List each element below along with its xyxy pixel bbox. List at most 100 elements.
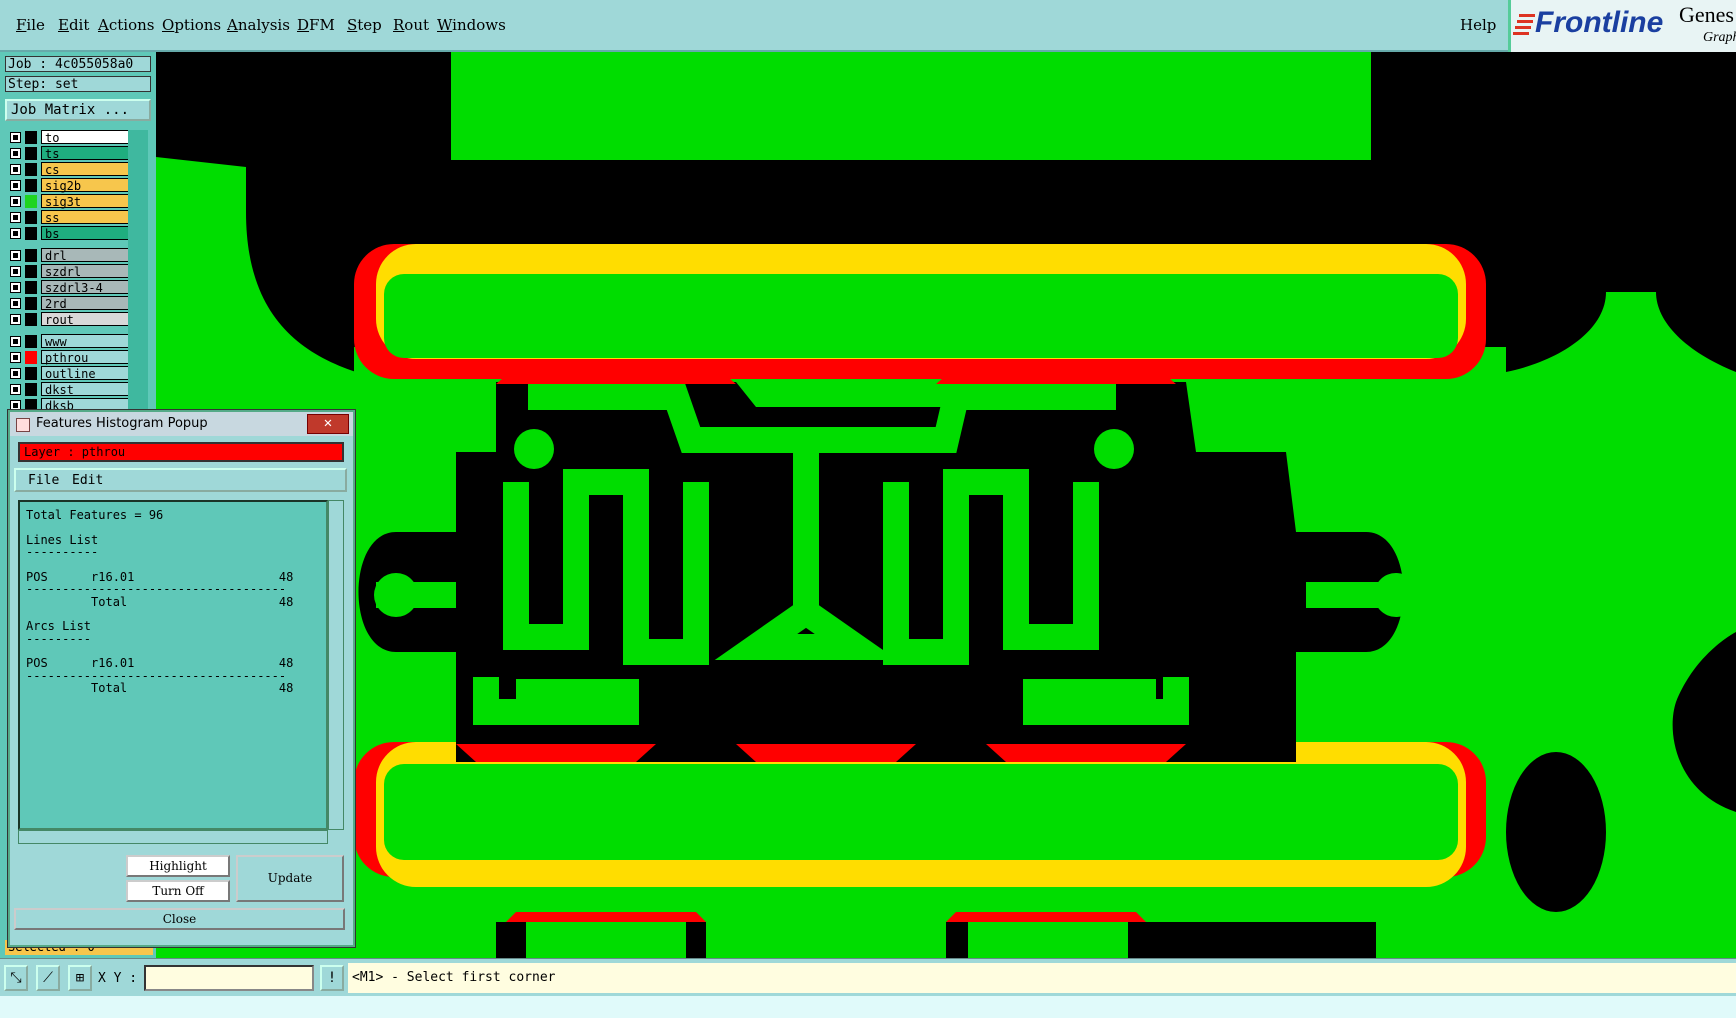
layer-row-rout[interactable]: rout — [8, 312, 131, 327]
menu-actions[interactable]: Actions — [98, 16, 154, 34]
graphics-canvas[interactable] — [156, 52, 1736, 958]
layer-row-szdrl3-4[interactable]: szdrl3-4 — [8, 280, 131, 295]
layer-name[interactable]: szdrl3-4 — [41, 280, 131, 295]
layer-row-to[interactable]: to — [8, 130, 131, 145]
layer-row-outline[interactable]: outline — [8, 366, 131, 381]
update-button[interactable]: Update — [236, 855, 344, 902]
layer-name[interactable]: dkst — [41, 382, 131, 397]
layer-row-drl[interactable]: drl — [8, 248, 131, 263]
layer-color-swatch — [25, 351, 37, 364]
turn-off-button[interactable]: Turn Off — [126, 880, 230, 902]
layer-name[interactable]: outline — [41, 366, 131, 381]
menu-label: ile — [26, 16, 45, 34]
close-button[interactable]: Close — [14, 908, 345, 930]
layer-color-swatch — [25, 335, 37, 348]
popup-title-bar[interactable]: Features Histogram Popup — [10, 412, 353, 436]
via-left — [514, 429, 554, 469]
menu-step[interactable]: Step — [347, 16, 382, 34]
menu-help[interactable]: Help — [1460, 16, 1496, 34]
layer-checkbox[interactable] — [10, 282, 21, 293]
popup-menu-file[interactable]: File — [28, 473, 59, 488]
zoom-icon[interactable]: ⤡ — [4, 965, 28, 991]
layer-checkbox[interactable] — [10, 180, 21, 191]
layer-checkbox[interactable] — [10, 164, 21, 175]
layer-checkbox[interactable] — [10, 368, 21, 379]
layer-name[interactable]: rout — [41, 312, 131, 327]
layer-name[interactable]: ss — [41, 210, 131, 225]
layer-checkbox[interactable] — [10, 314, 21, 325]
layer-name[interactable]: szdrl — [41, 264, 131, 279]
layer-name[interactable]: 2rd — [41, 296, 131, 311]
layer-checkbox[interactable] — [10, 212, 21, 223]
menu-rout[interactable]: Rout — [393, 16, 429, 34]
histogram-text-area[interactable]: Total Features = 96 Lines List ---------- P… — [18, 500, 328, 830]
popup-menu-edit[interactable]: Edit — [72, 473, 103, 488]
xy-label: X Y : — [98, 971, 138, 986]
layer-name[interactable]: sig2b — [41, 178, 131, 193]
layer-name[interactable]: to — [41, 130, 131, 145]
layer-color-swatch — [25, 227, 37, 240]
menu-analysis[interactable]: Analysis — [227, 16, 290, 34]
highlight-button[interactable]: Highlight — [126, 855, 230, 877]
menu-edit[interactable]: Edit — [58, 16, 89, 34]
layer-color-swatch — [25, 211, 37, 224]
layer-checkbox[interactable] — [10, 228, 21, 239]
layer-name[interactable]: cs — [41, 162, 131, 177]
top-rail-copper — [384, 274, 1458, 358]
layer-row-2rd[interactable]: 2rd — [8, 296, 131, 311]
menu-mnemonic: W — [437, 16, 453, 34]
layer-checkbox[interactable] — [10, 250, 21, 261]
layer-checkbox[interactable] — [10, 336, 21, 347]
layer-row-dkst[interactable]: dkst — [8, 382, 131, 397]
layer-row-ts[interactable]: ts — [8, 146, 131, 161]
histogram-line: ---------- — [26, 545, 99, 559]
menu-label: FM — [309, 16, 335, 34]
layer-row-bs[interactable]: bs — [8, 226, 131, 241]
layer-name[interactable]: bs — [41, 226, 131, 241]
via-right — [1094, 429, 1134, 469]
layer-color-swatch — [25, 281, 37, 294]
layer-checkbox[interactable] — [10, 148, 21, 159]
job-matrix-button[interactable]: Job Matrix ... — [5, 99, 151, 121]
pad-bottom-right — [986, 744, 1186, 762]
layer-row-pthrou[interactable]: pthrou — [8, 350, 131, 365]
pad-top-left — [496, 367, 736, 384]
layer-row-sig2b[interactable]: sig2b — [8, 178, 131, 193]
layer-checkbox[interactable] — [10, 384, 21, 395]
xy-input[interactable] — [144, 965, 314, 991]
layer-checkbox[interactable] — [10, 266, 21, 277]
layer-name[interactable]: ts — [41, 146, 131, 161]
layer-checkbox[interactable] — [10, 196, 21, 207]
grid-icon[interactable]: ⊞ — [68, 965, 92, 991]
features-histogram-popup: Features Histogram Popup ✕ Layer : pthro… — [8, 410, 355, 947]
menu-mnemonic: R — [393, 16, 405, 34]
layer-row-sig3t[interactable]: sig3t — [8, 194, 131, 209]
layer-name[interactable]: pthrou — [41, 350, 131, 365]
layer-name[interactable]: www — [41, 334, 131, 349]
measure-icon[interactable]: ⟋ — [36, 965, 60, 991]
lower-copper-left — [526, 922, 686, 958]
window-icon — [16, 418, 30, 432]
close-icon[interactable]: ✕ — [307, 414, 349, 434]
menu-mnemonic: A — [98, 16, 109, 34]
layer-row-ss[interactable]: ss — [8, 210, 131, 225]
layer-checkbox[interactable] — [10, 132, 21, 143]
layer-name[interactable]: sig3t — [41, 194, 131, 209]
menu-label: tep — [357, 16, 382, 34]
alert-icon[interactable]: ! — [320, 965, 344, 991]
layer-checkbox[interactable] — [10, 298, 21, 309]
menu-dfm[interactable]: DFM — [297, 16, 335, 34]
horizontal-scrollbar[interactable] — [18, 830, 328, 844]
layer-row-www[interactable]: www — [8, 334, 131, 349]
menu-file[interactable]: File — [16, 16, 45, 34]
bottom-rail-copper — [384, 764, 1458, 860]
layer-checkbox[interactable] — [10, 352, 21, 363]
layer-row-cs[interactable]: cs — [8, 162, 131, 177]
menu-options[interactable]: Options — [162, 16, 221, 34]
layer-name[interactable]: drl — [41, 248, 131, 263]
menu-label: indows — [452, 16, 506, 34]
layer-row-szdrl[interactable]: szdrl — [8, 264, 131, 279]
vertical-scrollbar[interactable] — [328, 500, 344, 830]
menu-windows[interactable]: Windows — [437, 16, 506, 34]
right-cutout — [1506, 752, 1606, 912]
